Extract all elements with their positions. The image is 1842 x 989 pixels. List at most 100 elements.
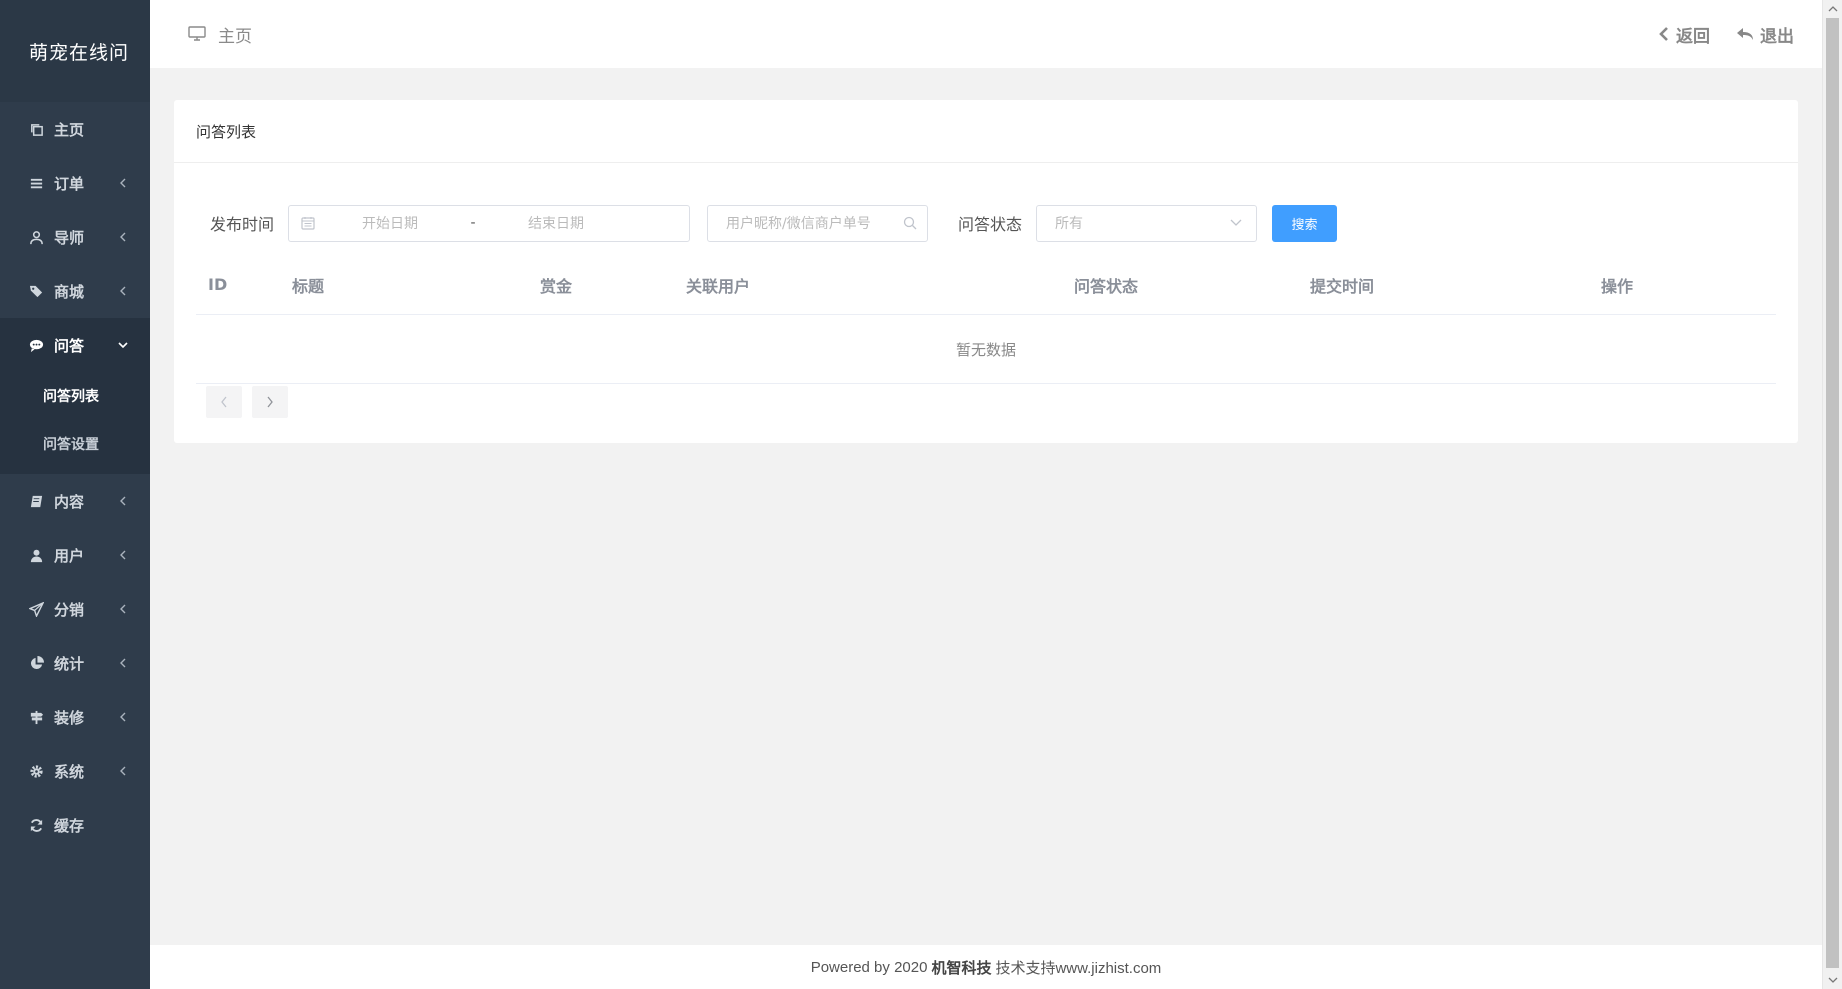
prev-page-button[interactable] [206,386,242,418]
range-separator: - [470,215,476,231]
footer: Powered by 2020 机智科技 技术支持www.jizhist.com [150,945,1822,989]
sidebar-item-label: 分销 [54,600,85,619]
sidebar-item-label: 统计 [54,654,85,673]
sidebar-item-label: 主页 [54,120,85,139]
sidebar-item-shop[interactable]: 商城 [0,264,150,318]
end-date-input[interactable]: 结束日期 [481,213,631,233]
sidebar-item-label: 用户 [54,546,85,565]
footer-prefix: Powered by 2020 [810,958,928,976]
sidebar-item-users[interactable]: 用户 [0,528,150,582]
sidebar: 萌宠在线问 主页 订单 导师 商城 问答 问答列表 问答设置 内容 用户 分销 … [0,0,150,989]
book-icon [28,493,44,509]
sidebar-item-mentors[interactable]: 导师 [0,210,150,264]
qa-list-card: 问答列表 发布时间 开始日期 - 结束日期 用户昵称/微信商户单号 问答状态 所… [174,100,1798,443]
chevron-left-icon [1659,27,1668,41]
sidebar-item-label: 缓存 [54,816,85,835]
column-header-status[interactable]: 问答状态 [1074,273,1138,297]
chevron-left-icon [118,496,128,506]
user-outline-icon [28,229,44,245]
sidebar-item-label: 导师 [54,228,85,247]
chevron-left-icon [118,766,128,776]
reply-icon [1737,28,1753,40]
sidebar-item-label: 订单 [54,174,85,193]
sidebar-item-qa[interactable]: 问答 [0,318,150,372]
column-header-submit-time[interactable]: 提交时间 [1310,273,1374,297]
column-header-id[interactable]: ID [208,275,227,294]
card-title: 问答列表 [174,100,1798,163]
sidebar-item-content[interactable]: 内容 [0,474,150,528]
filter-bar: 发布时间 开始日期 - 结束日期 用户昵称/微信商户单号 问答状态 所有 搜索 [174,163,1798,255]
search-icon [903,216,917,230]
tags-icon [28,283,44,299]
chevron-down-icon [1230,219,1242,226]
qa-submenu: 问答列表 问答设置 [0,372,150,474]
pie-chart-icon [28,655,44,671]
chevron-left-icon [221,396,227,408]
logout-label: 退出 [1760,26,1794,47]
comment-icon [28,337,44,353]
sidebar-item-distribution[interactable]: 分销 [0,582,150,636]
publish-time-label: 发布时间 [210,215,275,234]
user-icon [28,547,44,563]
chevron-left-icon [118,550,128,560]
next-page-button[interactable] [252,386,288,418]
chevron-left-icon [118,178,128,188]
chevron-right-icon [267,396,273,408]
search-input[interactable]: 用户昵称/微信商户单号 [707,204,929,242]
status-selected-value: 所有 [1055,216,1084,232]
sidebar-item-label: 系统 [54,762,85,781]
scroll-down-arrow-icon[interactable] [1823,972,1842,989]
breadcrumb-label: 主页 [218,26,252,47]
back-label: 返回 [1676,26,1710,47]
search-button[interactable]: 搜索 [1272,204,1338,242]
sidebar-item-cache[interactable]: 缓存 [0,798,150,852]
sidebar-item-system[interactable]: 系统 [0,744,150,798]
date-range-picker[interactable]: 开始日期 - 结束日期 [288,204,691,242]
status-select[interactable]: 所有 [1036,204,1258,242]
app-logo: 萌宠在线问 [0,0,150,102]
signpost-icon [28,709,44,725]
gear-icon [28,763,44,779]
sidebar-item-orders[interactable]: 订单 [0,156,150,210]
sidebar-item-label: 商城 [54,282,85,301]
list-icon [28,175,44,191]
column-header-actions[interactable]: 操作 [1601,273,1633,297]
sidebar-subitem-qa-list[interactable]: 问答列表 [0,372,150,420]
page-scrollbar[interactable] [1822,0,1842,989]
top-header: 主页 返回 退出 [150,0,1822,68]
logout-button[interactable]: 退出 [1736,22,1794,47]
table-empty-text: 暂无数据 [196,315,1776,384]
chevron-down-icon [118,340,128,350]
chevron-left-icon [118,712,128,722]
footer-suffix: 技术支持www.jizhist.com [995,959,1162,977]
calendar-icon [301,217,315,230]
sidebar-item-home[interactable]: 主页 [0,102,150,156]
scrollbar-thumb[interactable] [1826,18,1839,968]
sidebar-item-statistics[interactable]: 统计 [0,636,150,690]
qa-table: ID 标题 赏金 关联用户 问答状态 提交时间 操作 暂无数据 [196,255,1776,418]
column-header-reward[interactable]: 赏金 [540,273,572,297]
chevron-left-icon [118,232,128,242]
paper-plane-icon [28,601,44,617]
sidebar-item-label: 内容 [54,492,85,511]
pagination [196,384,1776,418]
column-header-related-user[interactable]: 关联用户 [686,273,750,297]
breadcrumb[interactable]: 主页 [188,22,252,47]
footer-company: 机智科技 [931,959,992,977]
column-header-title[interactable]: 标题 [292,273,324,297]
sidebar-subitem-qa-settings[interactable]: 问答设置 [0,420,150,468]
table-header: ID 标题 赏金 关联用户 问答状态 提交时间 操作 [196,255,1776,315]
start-date-input[interactable]: 开始日期 [315,213,465,233]
refresh-icon [28,817,44,833]
search-placeholder: 用户昵称/微信商户单号 [726,216,871,232]
monitor-icon [188,26,206,41]
status-label: 问答状态 [958,215,1023,234]
back-button[interactable]: 返回 [1658,22,1710,47]
sidebar-item-decoration[interactable]: 装修 [0,690,150,744]
sidebar-item-label: 问答 [54,336,85,355]
scroll-up-arrow-icon[interactable] [1823,0,1842,17]
copy-icon [28,121,44,137]
sidebar-item-label: 装修 [54,708,85,727]
chevron-left-icon [118,658,128,668]
chevron-left-icon [118,604,128,614]
